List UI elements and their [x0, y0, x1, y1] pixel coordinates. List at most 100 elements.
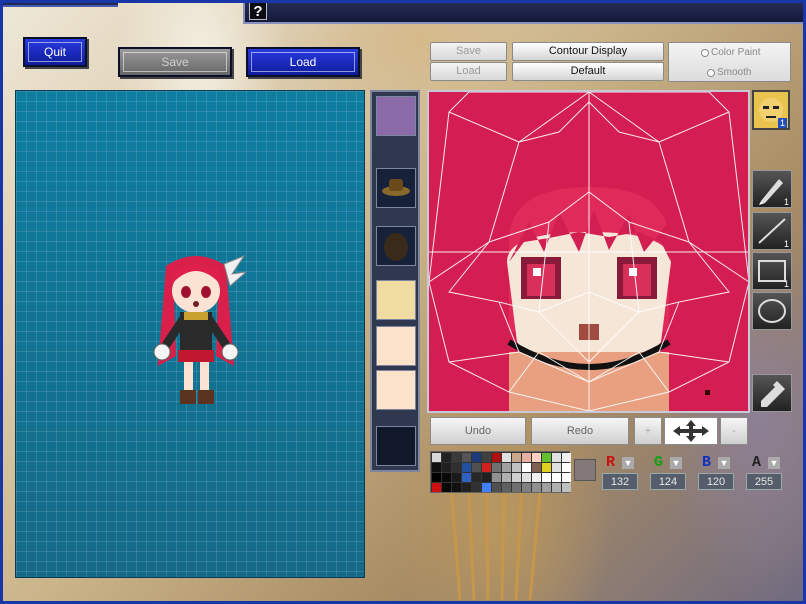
help-icon[interactable]: ? — [249, 2, 267, 20]
part-face-plain[interactable] — [376, 326, 416, 366]
rectangle-tool-button[interactable]: 1 — [752, 252, 792, 290]
palette-swatch[interactable] — [462, 463, 471, 472]
line-tool-button[interactable]: 1 — [752, 212, 792, 250]
part-face-purple[interactable] — [376, 96, 416, 136]
palette-swatch[interactable] — [462, 473, 471, 482]
green-value[interactable]: 124 — [650, 473, 686, 490]
red-dropdown-icon[interactable]: ▼ — [622, 457, 634, 469]
palette-swatch[interactable] — [442, 463, 451, 472]
move-tool-button[interactable] — [664, 417, 718, 445]
blue-value[interactable]: 120 — [698, 473, 734, 490]
load-button[interactable]: Load — [246, 47, 360, 77]
zoom-in-button[interactable]: + — [634, 417, 662, 445]
palette-swatch[interactable] — [462, 453, 471, 462]
palette-swatch[interactable] — [522, 453, 531, 462]
editor-save-button[interactable]: Save — [430, 42, 507, 61]
palette-swatch[interactable] — [532, 483, 541, 492]
palette-swatch[interactable] — [512, 463, 521, 472]
palette-swatch[interactable] — [512, 473, 521, 482]
palette-swatch[interactable] — [522, 473, 531, 482]
palette-swatch[interactable] — [482, 453, 491, 462]
palette-swatch[interactable] — [542, 483, 551, 492]
palette-swatch[interactable] — [542, 463, 551, 472]
palette-swatch[interactable] — [432, 473, 441, 482]
palette-swatch[interactable] — [452, 473, 461, 482]
palette-swatch[interactable] — [552, 473, 561, 482]
part-face-blond[interactable] — [376, 280, 416, 320]
eyedropper-tool-button[interactable] — [752, 374, 792, 412]
palette-swatch[interactable] — [562, 453, 571, 462]
palette-swatch[interactable] — [552, 453, 561, 462]
palette-swatch[interactable] — [452, 483, 461, 492]
alpha-dropdown-icon[interactable]: ▼ — [768, 457, 780, 469]
palette-swatch[interactable] — [522, 463, 531, 472]
palette-swatch[interactable] — [482, 463, 491, 472]
alpha-value[interactable]: 255 — [746, 473, 782, 490]
ellipse-tool-button[interactable] — [752, 292, 792, 330]
part-hair[interactable] — [376, 226, 416, 266]
part-empty-slot[interactable] — [376, 426, 416, 466]
tool-size-label: 1 — [783, 239, 789, 249]
palette-swatch[interactable] — [432, 463, 441, 472]
palette-swatch[interactable] — [442, 473, 451, 482]
undo-button[interactable]: Undo — [430, 417, 526, 445]
palette-swatch[interactable] — [562, 463, 571, 472]
red-value[interactable]: 132 — [602, 473, 638, 490]
palette-swatch[interactable] — [492, 483, 501, 492]
palette-swatch[interactable] — [492, 453, 501, 462]
save-button[interactable]: Save — [118, 47, 232, 77]
palette-swatch[interactable] — [542, 453, 551, 462]
part-hat[interactable] — [376, 168, 416, 208]
part-face-mouth[interactable] — [376, 370, 416, 410]
radio-dot-icon — [701, 48, 709, 57]
palette-swatch[interactable] — [472, 483, 481, 492]
face-edit-canvas[interactable] — [427, 90, 750, 413]
editor-load-button[interactable]: Load — [430, 62, 507, 81]
palette-swatch[interactable] — [542, 473, 551, 482]
smooth-radio[interactable]: Smooth — [707, 67, 751, 78]
character-sprite — [153, 254, 246, 404]
pen-tool-button[interactable]: 1 — [752, 170, 792, 208]
tool-size-label: 1 — [783, 279, 789, 289]
palette-swatch[interactable] — [552, 463, 561, 472]
palette-swatch[interactable] — [432, 483, 441, 492]
palette-swatch[interactable] — [522, 483, 531, 492]
quit-button[interactable]: Quit — [23, 37, 87, 67]
zoom-out-button[interactable]: - — [720, 417, 748, 445]
green-dropdown-icon[interactable]: ▼ — [670, 457, 682, 469]
default-button[interactable]: Default — [512, 62, 664, 81]
palette-swatch[interactable] — [502, 463, 511, 472]
palette-swatch[interactable] — [492, 463, 501, 472]
palette-swatch[interactable] — [562, 483, 571, 492]
palette-swatch[interactable] — [512, 453, 521, 462]
avatar-badge: 1 — [777, 118, 787, 128]
palette-swatch[interactable] — [472, 463, 481, 472]
palette-swatch[interactable] — [502, 453, 511, 462]
palette-swatch[interactable] — [482, 473, 491, 482]
palette-swatch[interactable] — [482, 483, 491, 492]
palette-swatch[interactable] — [452, 453, 461, 462]
face-drawing — [429, 92, 748, 411]
palette-swatch[interactable] — [472, 473, 481, 482]
palette-swatch[interactable] — [442, 483, 451, 492]
palette-swatch[interactable] — [442, 453, 451, 462]
palette-swatch[interactable] — [452, 463, 461, 472]
palette-swatch[interactable] — [532, 463, 541, 472]
palette-swatch[interactable] — [532, 453, 541, 462]
palette-swatch[interactable] — [552, 483, 561, 492]
contour-display-button[interactable]: Contour Display — [512, 42, 664, 61]
palette-swatch[interactable] — [502, 483, 511, 492]
blue-dropdown-icon[interactable]: ▼ — [718, 457, 730, 469]
palette-swatch[interactable] — [462, 483, 471, 492]
color-paint-radio[interactable]: Color Paint — [701, 47, 760, 58]
palette-swatch[interactable] — [432, 453, 441, 462]
palette-swatch[interactable] — [512, 483, 521, 492]
avatar-preview[interactable]: 1 — [752, 90, 790, 130]
palette-swatch[interactable] — [532, 473, 541, 482]
ellipse-icon — [758, 299, 786, 323]
palette-swatch[interactable] — [562, 473, 571, 482]
palette-swatch[interactable] — [472, 453, 481, 462]
palette-swatch[interactable] — [492, 473, 501, 482]
redo-button[interactable]: Redo — [531, 417, 629, 445]
palette-swatch[interactable] — [502, 473, 511, 482]
